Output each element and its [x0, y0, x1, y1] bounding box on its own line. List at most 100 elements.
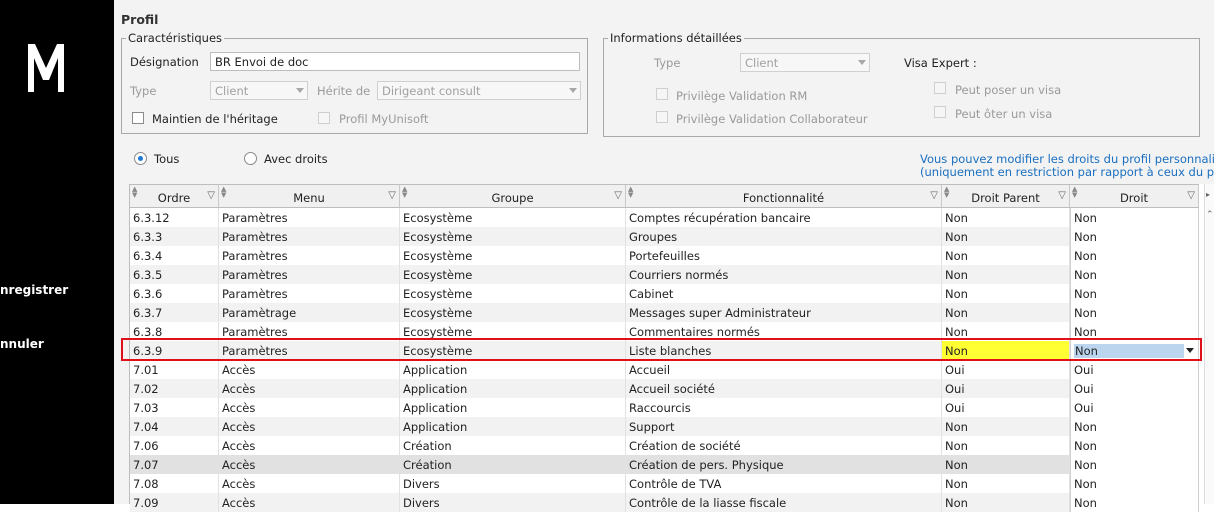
cell-menu: Paramètres: [219, 208, 400, 227]
table-row[interactable]: 7.01 Accès Application Accueil Oui Oui: [130, 360, 1199, 379]
filter-icon[interactable]: ▽: [614, 190, 622, 201]
herite-select[interactable]: Dirigeant consult: [377, 81, 581, 100]
column-header-ordre[interactable]: ▲ ▼ Ordre ▽: [130, 184, 219, 208]
column-header-droit-parent[interactable]: ▲ ▼ Droit Parent ▽: [942, 184, 1070, 208]
chevron-down-icon: [569, 88, 577, 93]
cell-menu: Accès: [219, 455, 400, 474]
droit-select-value: Non: [1074, 344, 1184, 358]
table-row[interactable]: 7.04 Accès Application Support Non Non: [130, 417, 1199, 436]
cell-menu: Paramètres: [219, 322, 400, 341]
cell-menu: Paramètres: [219, 341, 400, 360]
designation-input[interactable]: [210, 52, 580, 71]
cell-droit[interactable]: Non: [1070, 493, 1199, 512]
priv-rm-label: Privilège Validation RM: [676, 89, 808, 103]
cell-droit[interactable]: Non: [1070, 322, 1199, 341]
cell-droit[interactable]: Non: [1070, 246, 1199, 265]
cell-droit-parent: Non: [942, 322, 1070, 341]
designation-label: Désignation: [130, 55, 199, 69]
table-row[interactable]: 6.3.12 Paramètres Ecosystème Comptes récupé…: [130, 208, 1199, 227]
filter-icon[interactable]: ▽: [1058, 190, 1066, 201]
filter-icon[interactable]: ▽: [1187, 190, 1195, 201]
table-row[interactable]: 6.3.3 Paramètres Ecosystème Groupes Non Non: [130, 227, 1199, 246]
table-row[interactable]: 6.3.4 Paramètres Ecosystème Portefeuilles No…: [130, 246, 1199, 265]
cell-droit[interactable]: Non: [1070, 474, 1199, 493]
droit-select[interactable]: Non: [1070, 341, 1199, 360]
column-header-groupe[interactable]: ▲ ▼ Groupe ▽: [400, 184, 626, 208]
cell-droit-parent: Non: [942, 493, 1070, 512]
cancel-button[interactable]: nnuler: [0, 337, 44, 351]
maintien-label: Maintien de l'héritage: [152, 112, 278, 126]
priv-rm-checkbox[interactable]: [656, 88, 668, 100]
cell-menu: Accès: [219, 493, 400, 512]
type-select[interactable]: Client: [210, 81, 308, 100]
column-header-fonctionnalite[interactable]: ▲ ▼ Fonctionnalité ▽: [626, 184, 942, 208]
infos-type-select[interactable]: Client: [740, 53, 870, 72]
main-panel: Profil Caractéristiques Désignation Type…: [118, 0, 1214, 512]
cell-droit[interactable]: Oui: [1070, 379, 1199, 398]
cell-droit[interactable]: Non: [1070, 303, 1199, 322]
table-row[interactable]: 7.08 Accès Divers Contrôle de TVA Non Non: [130, 474, 1199, 493]
cell-ordre: 6.3.5: [130, 265, 219, 284]
table-row[interactable]: 7.02 Accès Application Accueil société Oui Ou…: [130, 379, 1199, 398]
cell-groupe: Divers: [400, 493, 626, 512]
table-row[interactable]: 6.3.7 Paramètrage Ecosystème Messages super…: [130, 303, 1199, 322]
type-label: Type: [130, 84, 157, 98]
filter-icon[interactable]: ▽: [388, 190, 396, 201]
chevron-down-icon: [296, 88, 304, 93]
cell-droit-parent: Non: [942, 341, 1070, 360]
column-header-droit[interactable]: ▲ ▼ Droit ▽: [1070, 184, 1199, 208]
maintien-checkbox[interactable]: [132, 112, 144, 124]
cell-menu: Accès: [219, 360, 400, 379]
cell-droit[interactable]: Non: [1070, 265, 1199, 284]
cell-ordre: 7.02: [130, 379, 219, 398]
cell-menu: Accès: [219, 379, 400, 398]
oter-visa-checkbox[interactable]: [934, 106, 946, 118]
priv-collab-checkbox[interactable]: [656, 111, 668, 123]
cell-droit[interactable]: Non: [1070, 455, 1199, 474]
table-row[interactable]: 7.07 Accès Création Création de pers. Physi…: [130, 455, 1199, 474]
cell-droit[interactable]: Non: [1070, 436, 1199, 455]
tous-radio[interactable]: [134, 152, 147, 165]
column-header-menu[interactable]: ▲ ▼ Menu ▽: [219, 184, 400, 208]
cell-ordre: 7.08: [130, 474, 219, 493]
cell-droit[interactable]: Non: [1070, 417, 1199, 436]
cell-fonctionnalite: Courriers normés: [626, 265, 942, 284]
scroll-right-icon[interactable]: ▸: [1206, 190, 1210, 199]
cell-droit-parent: Oui: [942, 360, 1070, 379]
cell-droit[interactable]: Oui: [1070, 360, 1199, 379]
cell-droit[interactable]: Non: [1070, 227, 1199, 246]
scroll-up-icon[interactable]: ⌃: [1206, 210, 1214, 220]
filter-icon[interactable]: ▽: [930, 190, 938, 201]
avec-droits-radio[interactable]: [244, 152, 257, 165]
cell-droit[interactable]: Non: [1070, 284, 1199, 303]
save-button[interactable]: nregistrer: [0, 283, 68, 297]
tous-label: Tous: [154, 152, 180, 166]
cell-groupe: Création: [400, 455, 626, 474]
table-row[interactable]: 7.09 Accès Divers Contrôle de la liasse fis…: [130, 493, 1199, 512]
table-row[interactable]: 6.3.8 Paramètres Ecosystème Commentaires no…: [130, 322, 1199, 341]
chevron-down-icon[interactable]: [1186, 348, 1194, 353]
column-header-label: Droit Parent: [971, 191, 1040, 205]
filter-icon[interactable]: ▽: [207, 190, 215, 201]
table-row[interactable]: 7.03 Accès Application Raccourcis Oui Oui: [130, 398, 1199, 417]
cell-droit[interactable]: Oui: [1070, 398, 1199, 417]
cell-ordre: 6.3.4: [130, 246, 219, 265]
table-row[interactable]: 6.3.6 Paramètres Ecosystème Cabinet Non Non: [130, 284, 1199, 303]
cell-droit[interactable]: Non: [1070, 208, 1199, 227]
vertical-scrollbar[interactable]: ▸ ⌃: [1204, 184, 1214, 504]
poser-visa-checkbox[interactable]: [934, 82, 946, 94]
cell-groupe: Divers: [400, 474, 626, 493]
table-row[interactable]: 6.3.9 Paramètres Ecosystème Liste blanches N…: [130, 341, 1199, 360]
cell-groupe: Ecosystème: [400, 284, 626, 303]
cell-ordre: 6.3.8: [130, 322, 219, 341]
table-row[interactable]: 6.3.5 Paramètres Ecosystème Courriers normé…: [130, 265, 1199, 284]
chevron-down-icon: [858, 60, 866, 65]
cell-fonctionnalite: Contrôle de la liasse fiscale: [626, 493, 942, 512]
table-row[interactable]: 7.06 Accès Création Création de société Non N…: [130, 436, 1199, 455]
cell-droit-parent: Non: [942, 284, 1070, 303]
myunisoft-checkbox[interactable]: [318, 112, 330, 124]
infos-legend: Informations détaillées: [608, 31, 744, 45]
herite-select-value: Dirigeant consult: [382, 84, 481, 98]
type-select-value: Client: [215, 84, 249, 98]
cell-fonctionnalite: Accueil: [626, 360, 942, 379]
